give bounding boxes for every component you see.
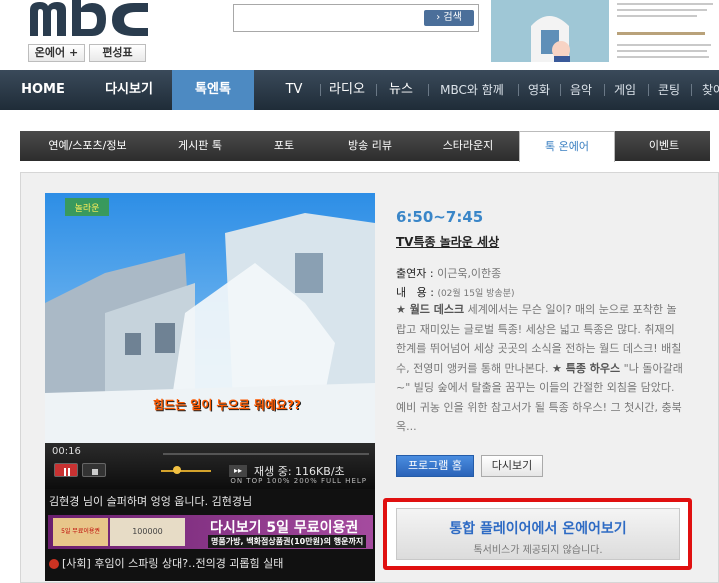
news-ticker[interactable]: [사회] 후임이 스파링 상대?‥전의경 괴롭힘 실태 (49, 555, 283, 571)
nav-divider (376, 84, 377, 96)
main-navigation: HOME 다시보기 톡엔톡 TV 라디오 뉴스 MBC와 함께 영화 음악 게임… (0, 70, 719, 110)
banner-image (491, 0, 719, 62)
ad-coupon-image: 5일 무료이용권 (53, 518, 108, 546)
stop-icon (92, 469, 98, 475)
tab-entertainment-sports[interactable]: 연예/스포츠/정보 (20, 131, 155, 161)
content-value: (02월 15일 방송분) (437, 289, 515, 299)
nav-with-mbc[interactable]: MBC와 함께 (432, 70, 512, 110)
integrated-player-onair-button[interactable]: 통합 플레이어에서 온에어보기 톡서비스가 제공되지 않습니다. (396, 508, 680, 560)
nav-divider (518, 84, 519, 96)
volume-bar[interactable] (161, 470, 211, 472)
player-controls: 00:16 ▸▸ 재생 중: 116KB/초 ON TOP 100% 200% … (45, 443, 375, 489)
broadcast-time: 6:50~7:45 (396, 208, 484, 226)
nav-contents[interactable]: 콘팅 (652, 70, 686, 110)
page: 온에어 + 편성표 › 검색 HOME 다시보기 톡엔톡 TV 라디오 뉴스 M… (0, 0, 719, 583)
cast-value: 이근욱,이한종 (437, 267, 502, 280)
schedule-button[interactable]: 편성표 (89, 44, 146, 62)
player-options[interactable]: ON TOP 100% 200% FULL HELP (230, 477, 367, 485)
nav-replay[interactable]: 다시보기 (93, 70, 165, 110)
nav-find[interactable]: 찾아 (696, 70, 719, 110)
sub-navigation: 연예/스포츠/정보 게시판 톡 포토 방송 리뷰 스타라운지 톡 온에어 이벤트 (20, 131, 710, 162)
tab-board-talk[interactable]: 게시판 톡 (140, 131, 260, 161)
tab-photo[interactable]: 포토 (252, 131, 316, 161)
tab-talk-onair[interactable]: 톡 온에어 (519, 131, 615, 162)
search-input[interactable] (237, 8, 422, 28)
tab-broadcast-review[interactable]: 방송 리뷰 (324, 131, 416, 161)
ad-gift-image: 100000 (110, 518, 185, 546)
nav-divider (691, 84, 692, 96)
video-caption: 힘드는 일이 누으로 뭐예요?? (153, 398, 301, 412)
speed-icon: ▸▸ (229, 465, 247, 477)
nav-divider (320, 84, 321, 96)
nav-movie[interactable]: 영화 (522, 70, 556, 110)
program-title[interactable]: TV특종 놀라운 세상 (396, 233, 499, 250)
promo-banner[interactable] (491, 0, 719, 62)
tab-star-lounge[interactable]: 스타라운지 (424, 131, 512, 161)
volume-knob[interactable] (173, 466, 181, 474)
onair-title: 통합 플레이어에서 온에어보기 (449, 521, 627, 537)
elapsed-time: 00:16 (52, 446, 81, 457)
replay-button[interactable]: 다시보기 (481, 455, 543, 477)
cast-row: 출연자 : 이근욱,이한종 (396, 267, 502, 280)
content-label: 내 용 (396, 286, 427, 299)
ad-banner[interactable]: 5일 무료이용권 100000 다시보기 5일 무료이용권 명품가방, 백화점상… (48, 515, 373, 549)
nav-talk-n-talk[interactable]: 톡엔톡 (172, 70, 254, 110)
nav-divider (604, 84, 605, 96)
onair-highlight: 통합 플레이어에서 온에어보기 톡서비스가 제공되지 않습니다. (383, 498, 692, 570)
onair-subtitle: 톡서비스가 제공되지 않습니다. (473, 545, 603, 556)
ad-title: 다시보기 5일 무료이용권 (210, 520, 359, 536)
tab-event[interactable]: 이벤트 (624, 131, 704, 161)
program-description: ★ 월드 데스크 세계에서는 무슨 일이? 매의 눈으로 포착한 놀랍고 재미있… (396, 300, 686, 437)
stop-button[interactable] (82, 463, 106, 477)
desc-highlight-world-desk: ★ 월드 데스크 (396, 303, 465, 316)
news-headline: [사회] 후임이 스파링 상대?‥전의경 괴롭힘 실태 (62, 557, 284, 570)
nav-news[interactable]: 뉴스 (384, 70, 418, 110)
search-button[interactable]: › 검색 (424, 10, 474, 26)
program-home-button[interactable]: 프로그램 홈 (396, 455, 474, 477)
mbc-logo[interactable] (28, 0, 150, 36)
news-icon (49, 559, 59, 569)
video-player: 놀라운 힘드는 일이 누으로 뭐예요?? 00:16 ▸▸ 재생 중: 116K… (45, 193, 375, 581)
nav-home[interactable]: HOME (12, 70, 74, 110)
cast-label: 출연자 (396, 267, 427, 280)
pause-icon (64, 468, 70, 476)
ad-subtitle: 명품가방, 백화점상품권(10만원)의 행운까지 (208, 535, 367, 548)
onair-plus-button[interactable]: 온에어 + (28, 44, 85, 62)
nav-tv[interactable]: TV (274, 70, 314, 110)
nav-game[interactable]: 게임 (608, 70, 642, 110)
pause-button[interactable] (54, 463, 78, 477)
nav-music[interactable]: 음악 (564, 70, 598, 110)
chat-message: 김현경 님이 슬퍼하며 엉엉 웁니다. 김현경님 (49, 495, 253, 508)
nav-divider (428, 84, 429, 96)
video-frame[interactable]: 놀라운 힘드는 일이 누으로 뭐예요?? (45, 193, 375, 443)
svg-text:놀라운: 놀라운 (75, 203, 100, 214)
nav-divider (560, 84, 561, 96)
seek-bar[interactable] (163, 453, 369, 455)
content-row: 내 용 : (02월 15일 방송분) (396, 286, 515, 299)
nav-radio[interactable]: 라디오 (326, 70, 368, 110)
search-box: › 검색 (233, 4, 479, 32)
desc-highlight-special-house: ★ 특종 하우스 (552, 361, 621, 375)
nav-divider (648, 84, 649, 96)
